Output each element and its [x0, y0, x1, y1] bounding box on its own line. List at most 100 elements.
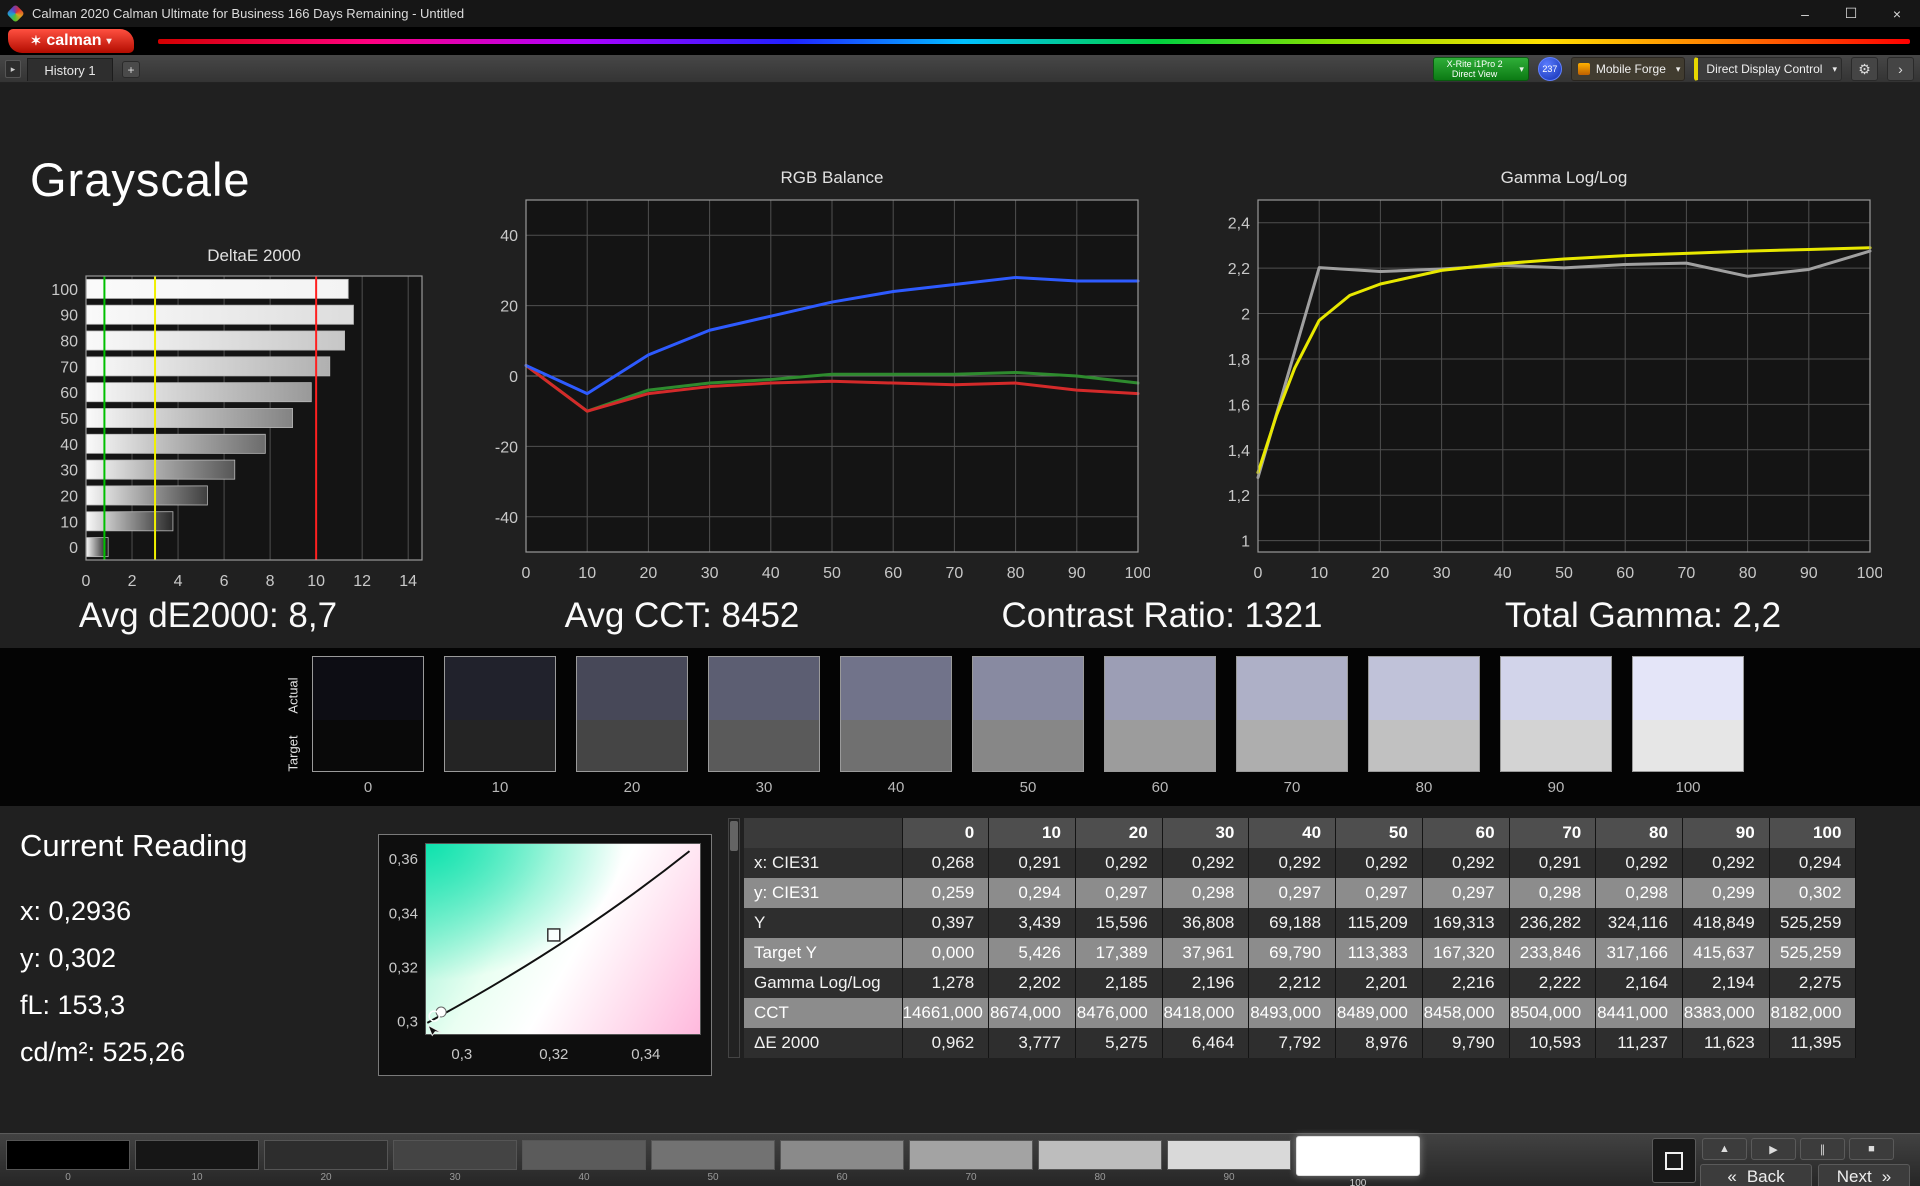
- table-cell: 69,790: [1248, 938, 1337, 968]
- collapse-panel-icon[interactable]: ›: [1887, 57, 1914, 81]
- patch-color[interactable]: [522, 1140, 646, 1170]
- meter-selector[interactable]: X-Rite i1Pro 2 Direct View ▾: [1432, 57, 1529, 81]
- pattern-patch-70[interactable]: 70: [909, 1140, 1033, 1183]
- patch-color[interactable]: [1167, 1140, 1291, 1170]
- table-cell: 2,164: [1595, 968, 1683, 998]
- table-cell: 8182,000: [1769, 998, 1857, 1028]
- back-label: Back: [1746, 1166, 1785, 1186]
- svg-text:1,4: 1,4: [1228, 443, 1250, 460]
- swatch-patch: [312, 656, 424, 772]
- patch-color[interactable]: [1296, 1136, 1420, 1176]
- patch-color[interactable]: [6, 1140, 130, 1170]
- pattern-patch-10[interactable]: 10: [135, 1140, 259, 1183]
- patch-label: 60: [836, 1172, 848, 1183]
- pattern-patch-20[interactable]: 20: [264, 1140, 388, 1183]
- pattern-patch-90[interactable]: 90: [1167, 1140, 1291, 1183]
- pattern-patch-0[interactable]: 0: [6, 1140, 130, 1183]
- tab-history-1[interactable]: History 1: [27, 58, 113, 81]
- table-cell: 418,849: [1682, 908, 1770, 938]
- meter-status-badge[interactable]: 237: [1537, 57, 1562, 81]
- svg-text:10: 10: [60, 514, 78, 531]
- pattern-patch-80[interactable]: 80: [1038, 1140, 1162, 1183]
- source-selector[interactable]: Mobile Forge ▾: [1570, 57, 1686, 81]
- table-row: Target Y 0,000 5,426 17,389 37,961 69,790 113,…: [744, 938, 1857, 968]
- display-control-selector[interactable]: Direct Display Control ▾: [1694, 57, 1842, 81]
- maximize-button[interactable]: ☐: [1828, 0, 1874, 27]
- meter-line2: Direct View: [1451, 69, 1498, 79]
- table-cell: 2,212: [1248, 968, 1337, 998]
- pattern-patch-60[interactable]: 60: [780, 1140, 904, 1183]
- pattern-patch-30[interactable]: 30: [393, 1140, 517, 1183]
- pattern-patch-50[interactable]: 50: [651, 1140, 775, 1183]
- swatch-level-label: 20: [623, 779, 641, 796]
- pattern-window-button[interactable]: [1652, 1138, 1696, 1183]
- table-column-header: 90: [1682, 818, 1770, 848]
- back-button[interactable]: « Back: [1700, 1164, 1812, 1186]
- logo-text: calman: [46, 32, 102, 49]
- table-cell: 415,637: [1682, 938, 1770, 968]
- patch-color[interactable]: [264, 1140, 388, 1170]
- table-cell: 0,268: [902, 848, 990, 878]
- swatch-patch: [1104, 656, 1216, 772]
- svg-text:0,34: 0,34: [631, 1046, 660, 1063]
- gamma-chart: Gamma Log/Log 0 10 20 30 40 50 60 70 80 90 100 2,4 2…: [1212, 168, 1884, 593]
- pattern-patch-40[interactable]: 40: [522, 1140, 646, 1183]
- table-cell: 3,777: [988, 1028, 1076, 1058]
- current-reading-title: Current Reading: [20, 828, 248, 863]
- actual-color: [577, 657, 687, 720]
- next-button[interactable]: Next »: [1818, 1164, 1910, 1186]
- cie-overlay: 0,3 0,32 0,34 0,36 0,34 0,32 0,3: [389, 850, 691, 1063]
- patch-color[interactable]: [909, 1140, 1033, 1170]
- actual-color: [1501, 657, 1611, 720]
- table-cell: 0,292: [1162, 848, 1250, 878]
- pattern-patch-100[interactable]: 100: [1296, 1136, 1420, 1186]
- svg-text:10: 10: [1310, 565, 1328, 582]
- eject-button[interactable]: ▲: [1702, 1138, 1747, 1160]
- svg-text:1,8: 1,8: [1228, 352, 1250, 369]
- patch-label: 30: [449, 1172, 461, 1183]
- patch-color[interactable]: [135, 1140, 259, 1170]
- deltae-bar-50: [85, 408, 293, 428]
- scrollbar-thumb[interactable]: [730, 821, 738, 851]
- patch-color[interactable]: [393, 1140, 517, 1170]
- svg-text:8: 8: [266, 573, 275, 590]
- table-column-header: 20: [1075, 818, 1163, 848]
- svg-text:2,2: 2,2: [1228, 261, 1250, 278]
- svg-text:20: 20: [500, 299, 518, 316]
- stop-button[interactable]: ■: [1849, 1138, 1894, 1160]
- table-cell: 233,846: [1509, 938, 1597, 968]
- current-reading-panel: Current Reading x: 0,2936 y: 0,302 fL: 1…: [20, 828, 247, 1076]
- deltae-bar-100: [85, 278, 349, 299]
- grayscale-swatch-90: 90: [1500, 656, 1612, 796]
- grayscale-swatch-70: 70: [1236, 656, 1348, 796]
- gear-icon[interactable]: ⚙: [1851, 57, 1878, 81]
- patch-color[interactable]: [1038, 1140, 1162, 1170]
- rgb-balance-plot: 0 10 20 30 40 50 60 70 80 90 100 40 20 0 -20 -40: [495, 199, 1151, 582]
- play-button[interactable]: ▶: [1751, 1138, 1796, 1160]
- svg-text:40: 40: [762, 565, 780, 582]
- table-cell: 2,185: [1075, 968, 1163, 998]
- target-color: [1501, 719, 1611, 771]
- add-tab-button[interactable]: +: [122, 61, 140, 78]
- minimize-button[interactable]: –: [1782, 0, 1828, 27]
- svg-text:0,32: 0,32: [389, 959, 418, 976]
- calman-logo-button[interactable]: ✶ calman ▾: [8, 29, 134, 53]
- close-button[interactable]: ×: [1874, 0, 1920, 27]
- grayscale-swatch-10: 10: [444, 656, 556, 796]
- row-label: Gamma Log/Log: [744, 968, 903, 998]
- stat-avg-cct: Avg CCT: 8452: [564, 596, 800, 635]
- deltae-bar-plot: 0 2 4 6 8 10 12 141009080706050403020100: [51, 275, 423, 590]
- patch-color[interactable]: [780, 1140, 904, 1170]
- table-cell: 11,395: [1769, 1028, 1857, 1058]
- table-scrollbar[interactable]: [728, 818, 740, 1058]
- grayscale-swatch-0: 0: [312, 656, 424, 796]
- table-column-header: 30: [1162, 818, 1250, 848]
- svg-text:20: 20: [640, 565, 658, 582]
- panel-toggle-button[interactable]: ▸: [5, 60, 21, 78]
- svg-text:-20: -20: [495, 439, 518, 456]
- pause-button[interactable]: ∥: [1800, 1138, 1845, 1160]
- table-cell: 8441,000: [1595, 998, 1683, 1028]
- source-label: Mobile Forge: [1595, 62, 1666, 76]
- patch-color[interactable]: [651, 1140, 775, 1170]
- svg-text:4: 4: [174, 573, 183, 590]
